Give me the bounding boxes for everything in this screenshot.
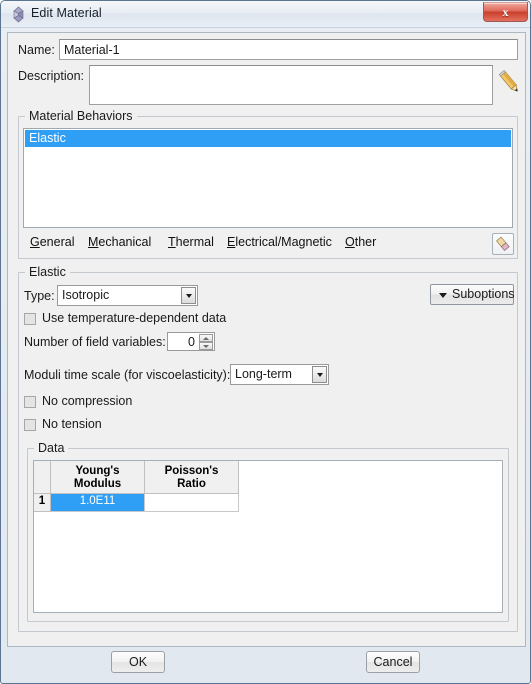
suboptions-button[interactable]: Suboptions (430, 284, 515, 305)
no-compression-checkbox[interactable] (24, 396, 36, 408)
material-behaviors-group-title: Material Behaviors (25, 109, 137, 123)
cancel-button[interactable]: Cancel (366, 651, 420, 673)
elastic-data-table[interactable]: Young's Modulus Poisson's Ratio 1 1.0E11 (33, 460, 503, 613)
description-label: Description: (18, 69, 84, 83)
data-group-title: Data (34, 441, 69, 455)
type-label: Type: (24, 289, 55, 303)
title-bar: Edit Material x (1, 1, 530, 28)
menu-item-general[interactable]: General (30, 235, 74, 249)
name-input[interactable] (59, 39, 518, 60)
chevron-down-icon[interactable] (181, 287, 196, 304)
column-header-youngs-modulus: Young's Modulus (51, 461, 145, 494)
moduli-time-scale-combobox[interactable]: Long-term (230, 364, 329, 385)
table-corner-header (34, 461, 51, 494)
use-temp-dependent-label: Use temperature-dependent data (42, 311, 227, 325)
description-input[interactable] (89, 65, 493, 105)
spinner-down-icon[interactable] (199, 342, 213, 350)
table-cell-youngs-modulus[interactable]: 1.0E11 (51, 494, 145, 512)
type-combobox-value: Isotropic (62, 288, 110, 302)
abaqus-diamond-icon (13, 6, 24, 23)
close-button[interactable]: x (483, 2, 528, 22)
table-cell-poissons-ratio[interactable] (145, 494, 239, 512)
eraser-icon (496, 236, 510, 252)
pencil-icon[interactable] (498, 67, 524, 101)
menu-item-electrical-magnetic[interactable]: Electrical/Magnetic (227, 235, 332, 249)
dialog-body: Name: Description: Material Behaviors El… (7, 32, 526, 647)
spinner-up-icon[interactable] (199, 334, 213, 342)
material-behaviors-list[interactable]: Elastic (23, 128, 513, 228)
moduli-time-scale-value: Long-term (235, 367, 292, 381)
field-variables-value: 0 (188, 335, 195, 349)
triangle-down-icon (439, 292, 447, 298)
delete-behavior-button[interactable] (492, 233, 514, 255)
type-combobox[interactable]: Isotropic (57, 285, 198, 306)
no-tension-label: No tension (42, 417, 102, 431)
no-compression-label: No compression (42, 394, 133, 408)
field-variables-spinner[interactable]: 0 (167, 332, 215, 351)
menu-item-mechanical[interactable]: Mechanical (88, 235, 151, 249)
column-header-line1: Young's (75, 465, 120, 477)
use-temp-dependent-checkbox[interactable] (24, 313, 36, 325)
no-tension-checkbox[interactable] (24, 419, 36, 431)
suboptions-label: Suboptions (452, 287, 515, 301)
elastic-group-title: Elastic (25, 265, 70, 279)
column-header-line2: Ratio (177, 478, 206, 490)
list-item-elastic[interactable]: Elastic (25, 130, 511, 147)
field-variables-label: Number of field variables: (24, 335, 166, 349)
column-header-line2: Modulus (73, 478, 122, 490)
moduli-time-scale-label: Moduli time scale (for viscoelasticity): (24, 368, 231, 382)
edit-material-dialog: Edit Material x Name: Description: (0, 0, 531, 684)
name-label: Name: (18, 43, 55, 57)
menu-item-thermal[interactable]: Thermal (168, 235, 214, 249)
chevron-down-icon[interactable] (312, 366, 327, 383)
column-header-poissons-ratio: Poisson's Ratio (145, 461, 239, 494)
table-row-header-1: 1 (34, 494, 51, 512)
menu-item-other[interactable]: Other (345, 235, 376, 249)
ok-button[interactable]: OK (111, 651, 165, 673)
column-header-line1: Poisson's (164, 465, 219, 477)
close-icon: x (502, 5, 509, 19)
window-title: Edit Material (31, 6, 102, 20)
behavior-menu-bar: General Mechanical Thermal Electrical/Ma… (23, 233, 485, 254)
